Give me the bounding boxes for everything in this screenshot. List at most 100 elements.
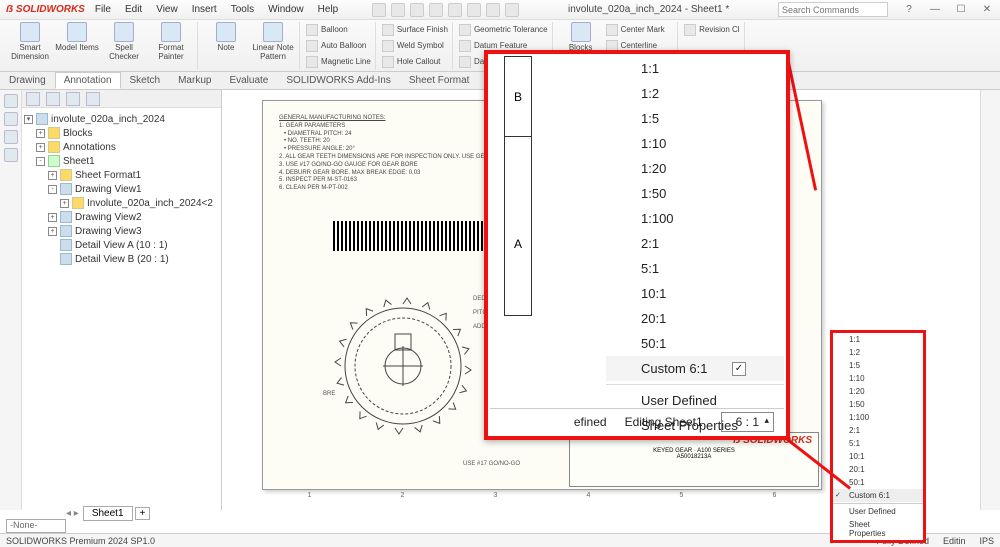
revision-cloud-button[interactable]: Revision Cl [684,22,739,37]
scale-option[interactable]: 1:100 [833,411,923,424]
home-icon[interactable] [372,3,386,17]
options-icon[interactable] [505,3,519,17]
tab-drawing[interactable]: Drawing [0,72,55,89]
scale-option[interactable]: 1:20 [606,156,784,181]
layer-combo[interactable]: -None- [6,519,66,533]
scale-combobox[interactable]: 6 : 1 [721,412,774,432]
menu-view[interactable]: View [156,4,178,15]
print-icon[interactable] [448,3,462,17]
center-mark-button[interactable]: Center Mark [606,22,673,37]
prop-tab-icon[interactable] [46,92,60,106]
rebuild-icon[interactable] [486,3,500,17]
scale-option[interactable]: 10:1 [606,281,784,306]
scale-option[interactable]: 1:10 [833,372,923,385]
rail-icon[interactable] [4,112,18,126]
scale-option[interactable]: 1:50 [833,398,923,411]
tree-sheet-format[interactable]: +Sheet Format1 [48,168,219,182]
check-icon: ✓ [732,362,746,376]
scale-option-custom[interactable]: Custom 6:1 [833,489,923,502]
scale-option[interactable]: 20:1 [833,463,923,476]
blocks-button[interactable]: Blocks [559,22,603,53]
config-tab-icon[interactable] [66,92,80,106]
sheet1-tab[interactable]: Sheet1 [83,506,133,521]
search-commands-input[interactable] [778,2,888,17]
feature-tree: ▾involute_020a_inch_2024 +Blocks +Annota… [22,108,221,270]
minimize-icon[interactable]: — [922,2,948,18]
menu-file[interactable]: File [95,4,111,15]
format-painter-button[interactable]: Format Painter [149,22,193,62]
tab-annotation[interactable]: Annotation [55,72,121,89]
scale-option[interactable]: 1:10 [606,131,784,156]
magnetic-line-button[interactable]: Magnetic Line [306,54,371,69]
hole-callout-button[interactable]: Hole Callout [382,54,448,69]
scale-sheet-properties[interactable]: Sheet Properties [833,518,923,540]
quick-access-toolbar [372,3,519,17]
rail-icon[interactable] [4,94,18,108]
add-sheet-icon[interactable]: + [135,507,151,520]
scale-option[interactable]: 1:5 [606,106,784,131]
menu-help[interactable]: Help [318,4,339,15]
note-button[interactable]: Note [204,22,248,53]
menu-window[interactable]: Window [268,4,304,15]
scale-option-custom[interactable]: ✓ Custom 6:1 [606,356,784,381]
linear-note-pattern-button[interactable]: Linear Note Pattern [251,22,295,62]
rail-icon[interactable] [4,148,18,162]
scale-option[interactable]: 1:20 [833,385,923,398]
scale-option[interactable]: 1:5 [833,359,923,372]
surface-finish-button[interactable]: Surface Finish [382,22,448,37]
scale-option[interactable]: 50:1 [606,331,784,356]
tree-sheet1[interactable]: -Sheet1 [36,154,219,168]
maximize-icon[interactable]: ☐ [948,2,974,18]
menu-edit[interactable]: Edit [125,4,142,15]
dim-tab-icon[interactable] [86,92,100,106]
scale-dropdown-zoom: B A 1:1 1:2 1:5 1:10 1:20 1:50 1:100 2:1… [484,50,790,440]
model-items-button[interactable]: Model Items [55,22,99,53]
spell-checker-button[interactable]: Spell Checker [102,22,146,62]
help-icon[interactable]: ? [896,2,922,18]
save-icon[interactable] [429,3,443,17]
menu-tools[interactable]: Tools [231,4,254,15]
auto-balloon-button[interactable]: Auto Balloon [306,38,371,53]
scale-option[interactable]: 1:1 [606,56,784,81]
scale-option[interactable]: 1:50 [606,181,784,206]
weld-symbol-button[interactable]: Weld Symbol [382,38,448,53]
scale-option[interactable]: 10:1 [833,450,923,463]
tree-root[interactable]: ▾involute_020a_inch_2024 [24,112,219,126]
scale-option[interactable]: 1:100 [606,206,784,231]
tree-annotations[interactable]: +Annotations [36,140,219,154]
balloon-button[interactable]: Balloon [306,22,371,37]
scale-option[interactable]: 1:2 [606,81,784,106]
geometric-tolerance-button[interactable]: Geometric Tolerance [459,22,548,37]
tree-detail-a[interactable]: Detail View A (10 : 1) [48,238,219,252]
rail-icon[interactable] [4,130,18,144]
scale-option[interactable]: 20:1 [606,306,784,331]
scale-option[interactable]: 2:1 [833,424,923,437]
tree-drawing-view2[interactable]: +Drawing View2 [48,210,219,224]
tab-evaluate[interactable]: Evaluate [220,72,277,89]
tab-sw-addins[interactable]: SOLIDWORKS Add-Ins [277,72,399,89]
tree-detail-b[interactable]: Detail View B (20 : 1) [48,252,219,266]
tree-drawing-view3[interactable]: +Drawing View3 [48,224,219,238]
menu-insert[interactable]: Insert [192,4,217,15]
scale-option[interactable]: 1:1 [833,333,923,346]
tree-drawing-view1[interactable]: -Drawing View1 [48,182,219,196]
undo-icon[interactable] [467,3,481,17]
tree-blocks[interactable]: +Blocks [36,126,219,140]
panel-head [22,90,221,108]
scale-option[interactable]: 2:1 [606,231,784,256]
smart-dimension-button[interactable]: Smart Dimension [8,22,52,62]
close-icon[interactable]: ✕ [974,2,1000,18]
scale-option[interactable]: 5:1 [833,437,923,450]
scale-option[interactable]: 5:1 [606,256,784,281]
fm-tab-icon[interactable] [26,92,40,106]
tab-sketch[interactable]: Sketch [121,72,170,89]
bre-label: BRE [323,391,335,397]
tab-markup[interactable]: Markup [169,72,220,89]
tree-dv1-child[interactable]: +Involute_020a_inch_2024<2 [60,196,219,210]
open-icon[interactable] [410,3,424,17]
status-units[interactable]: IPS [979,536,994,546]
tab-sheet-format[interactable]: Sheet Format [400,72,479,89]
scale-option[interactable]: 1:2 [833,346,923,359]
new-icon[interactable] [391,3,405,17]
scale-user-defined[interactable]: User Defined [833,505,923,518]
